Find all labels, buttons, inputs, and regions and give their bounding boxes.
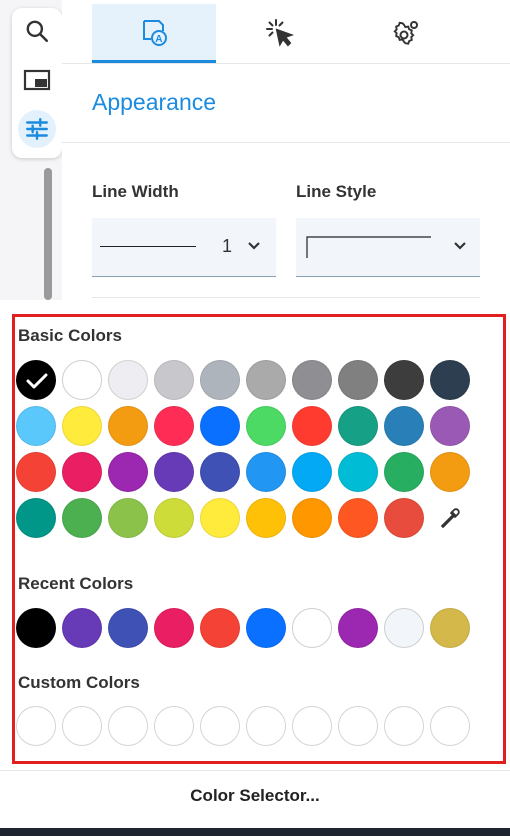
search-icon	[26, 20, 49, 43]
line-width-preview	[100, 246, 196, 247]
vertical-toolbar	[12, 8, 62, 158]
recent-color-swatch[interactable]	[16, 608, 56, 648]
line-width-label: Line Width	[92, 182, 179, 201]
properties-panel: A Appearance Line Width Line Style 1	[62, 0, 510, 300]
recent-color-swatch[interactable]	[292, 608, 332, 648]
basic-color-swatch[interactable]	[62, 360, 102, 400]
basic-color-swatch[interactable]	[430, 452, 470, 492]
chevron-down-icon	[248, 242, 260, 250]
custom-color-slot[interactable]	[384, 706, 424, 746]
recent-color-swatch[interactable]	[384, 608, 424, 648]
basic-color-swatch[interactable]	[246, 406, 286, 446]
basic-color-swatch[interactable]	[246, 498, 286, 538]
vertical-scrollbar[interactable]	[44, 168, 52, 300]
panel-icon	[23, 69, 51, 91]
svg-text:A: A	[155, 34, 162, 45]
line-width-value: 1	[222, 236, 233, 256]
custom-color-slot[interactable]	[154, 706, 194, 746]
basic-color-swatch[interactable]	[430, 406, 470, 446]
basic-color-swatch[interactable]	[108, 498, 148, 538]
basic-color-swatch[interactable]	[338, 360, 378, 400]
basic-color-swatch[interactable]	[16, 498, 56, 538]
basic-color-swatch[interactable]	[292, 498, 332, 538]
adjust-tool[interactable]	[18, 110, 56, 148]
custom-color-slot[interactable]	[338, 706, 378, 746]
basic-color-swatch[interactable]	[338, 406, 378, 446]
custom-color-slot[interactable]	[292, 706, 332, 746]
line-style-label: Line Style	[296, 182, 377, 201]
basic-color-swatch[interactable]	[246, 360, 286, 400]
panel-tool[interactable]	[18, 61, 56, 99]
basic-color-swatch[interactable]	[384, 498, 424, 538]
line-width-select[interactable]: 1	[92, 218, 276, 277]
recent-color-swatch[interactable]	[154, 608, 194, 648]
basic-color-swatch[interactable]	[430, 360, 470, 400]
chevron-down-icon	[454, 242, 466, 250]
basic-color-swatch[interactable]	[338, 452, 378, 492]
basic-color-swatch[interactable]	[292, 406, 332, 446]
window-bottom-strip	[0, 828, 510, 836]
basic-colors-label: Basic Colors	[18, 326, 122, 345]
search-tool[interactable]	[18, 12, 56, 50]
color-selector-button[interactable]: Color Selector...	[0, 786, 510, 806]
sliders-icon	[26, 118, 48, 140]
color-picker-popup: Basic Colors Recent Colors Custom Colors	[12, 314, 506, 764]
gear-icon	[393, 21, 418, 45]
line-style-select[interactable]	[296, 218, 480, 277]
custom-color-slot[interactable]	[108, 706, 148, 746]
field-divider	[92, 297, 480, 298]
custom-color-slot[interactable]	[246, 706, 286, 746]
basic-color-swatch[interactable]	[62, 498, 102, 538]
basic-color-swatch[interactable]	[108, 360, 148, 400]
basic-color-swatch[interactable]	[384, 406, 424, 446]
shape-text-icon: A	[143, 20, 167, 46]
basic-color-swatch[interactable]	[16, 406, 56, 446]
tab-appearance[interactable]: A	[92, 4, 216, 64]
recent-colors-label: Recent Colors	[18, 574, 134, 593]
basic-color-swatch[interactable]	[200, 452, 240, 492]
recent-color-swatch[interactable]	[108, 608, 148, 648]
basic-color-swatch[interactable]	[16, 452, 56, 492]
tab-interaction[interactable]	[218, 4, 342, 62]
basic-color-swatch[interactable]	[108, 406, 148, 446]
basic-color-swatch[interactable]	[200, 498, 240, 538]
custom-color-slot[interactable]	[62, 706, 102, 746]
recent-color-swatch[interactable]	[430, 608, 470, 648]
basic-color-swatch[interactable]	[62, 406, 102, 446]
eyedropper-icon	[441, 508, 460, 528]
basic-color-swatch[interactable]	[292, 360, 332, 400]
basic-color-swatch[interactable]	[384, 360, 424, 400]
basic-color-swatch[interactable]	[200, 360, 240, 400]
custom-color-slot[interactable]	[16, 706, 56, 746]
checkmark-icon	[17, 361, 57, 401]
basic-color-swatch[interactable]	[16, 360, 56, 400]
eyedropper-button[interactable]	[430, 498, 470, 538]
custom-color-slot[interactable]	[200, 706, 240, 746]
custom-colors-label: Custom Colors	[18, 673, 140, 692]
basic-color-swatch[interactable]	[200, 406, 240, 446]
recent-color-swatch[interactable]	[246, 608, 286, 648]
basic-color-swatch[interactable]	[292, 452, 332, 492]
cursor-click-icon	[266, 19, 295, 47]
recent-color-swatch[interactable]	[200, 608, 240, 648]
tab-divider	[62, 63, 510, 64]
basic-color-swatch[interactable]	[154, 452, 194, 492]
basic-color-swatch[interactable]	[338, 498, 378, 538]
line-style-preview	[306, 236, 431, 258]
recent-color-swatch[interactable]	[338, 608, 378, 648]
recent-color-swatch[interactable]	[62, 608, 102, 648]
basic-color-swatch[interactable]	[154, 406, 194, 446]
basic-color-swatch[interactable]	[384, 452, 424, 492]
custom-color-slot[interactable]	[430, 706, 470, 746]
basic-color-swatch[interactable]	[62, 452, 102, 492]
basic-color-swatch[interactable]	[154, 498, 194, 538]
section-title: Appearance	[92, 89, 217, 115]
tab-settings[interactable]	[344, 4, 468, 62]
basic-color-swatch[interactable]	[108, 452, 148, 492]
basic-color-swatch[interactable]	[246, 452, 286, 492]
basic-color-swatch[interactable]	[154, 360, 194, 400]
section-divider	[62, 142, 510, 143]
